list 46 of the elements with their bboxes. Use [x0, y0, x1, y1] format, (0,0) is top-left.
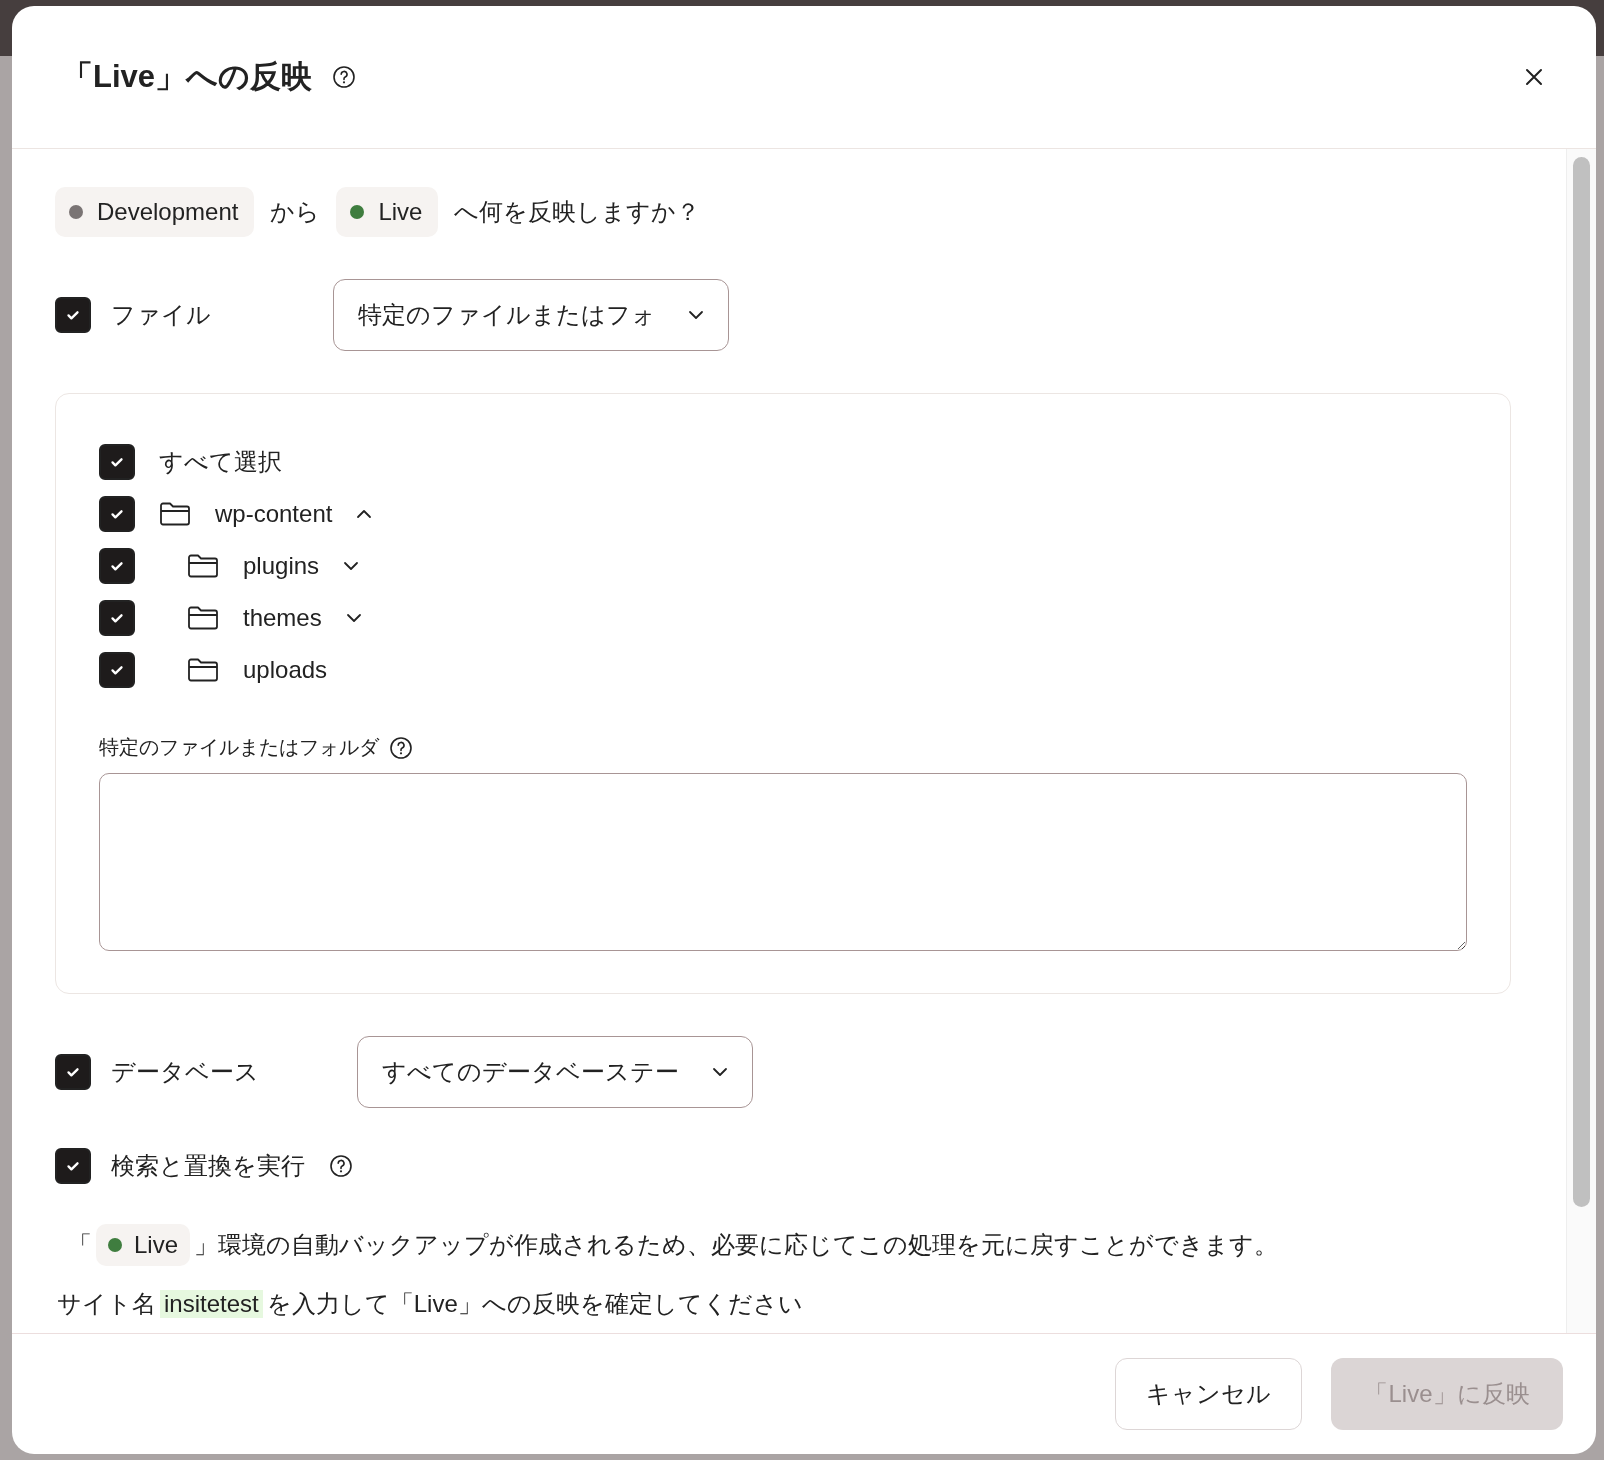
environment-name: Live: [134, 1231, 179, 1259]
folder-icon: [187, 605, 219, 631]
note-text: 「: [68, 1230, 92, 1260]
checkbox[interactable]: [55, 297, 91, 333]
folder-name: uploads: [243, 656, 328, 684]
option-label: ファイル: [111, 300, 212, 330]
help-icon[interactable]: [389, 735, 413, 760]
folder-icon: [187, 553, 219, 579]
checkbox[interactable]: [55, 1054, 91, 1090]
database-scope-dropdown[interactable]: すべてのデータベーステー: [357, 1036, 753, 1108]
instruction-text: を入力して「Live」への反映を確定してください: [266, 1289, 803, 1319]
chevron-down-icon[interactable]: [712, 1067, 728, 1077]
close-icon[interactable]: [1524, 67, 1544, 87]
checkbox[interactable]: [99, 548, 135, 584]
help-icon[interactable]: [332, 65, 357, 89]
help-icon[interactable]: [329, 1154, 353, 1178]
cancel-button[interactable]: キャンセル: [1115, 1358, 1302, 1430]
note-text: 」環境の自動バックアップが作成されるため、必要に応じてこの処理を元に戻すことができます。: [194, 1230, 1279, 1260]
checkbox[interactable]: [99, 600, 135, 636]
site-name-highlight: insitetest: [160, 1290, 263, 1318]
folder-icon: [159, 501, 191, 527]
connector-text: から: [270, 197, 321, 227]
environment-name: Development: [97, 198, 239, 226]
checkbox[interactable]: [99, 444, 135, 480]
folder-name: plugins: [243, 552, 320, 580]
folder-name: themes: [243, 604, 322, 632]
checkbox[interactable]: [55, 1148, 91, 1184]
option-label: 検索と置換を実行: [111, 1151, 305, 1181]
checkbox[interactable]: [99, 652, 135, 688]
environment-name: Live: [378, 198, 423, 226]
dialog-title: 「Live」への反映: [62, 58, 313, 96]
instruction-text: サイト名: [57, 1289, 156, 1319]
file-scope-dropdown[interactable]: 特定のファイルまたはフォ: [333, 279, 729, 351]
scrollbar[interactable]: [1566, 149, 1596, 1333]
chevron-down-icon[interactable]: [343, 561, 360, 571]
checkbox[interactable]: [99, 496, 135, 532]
chevron-up-icon[interactable]: [356, 509, 373, 519]
select-all-label: すべて選択: [159, 447, 282, 477]
chevron-down-icon[interactable]: [688, 310, 704, 320]
option-label: データベース: [111, 1057, 260, 1087]
path-input-field[interactable]: [99, 773, 1467, 951]
folder-name: wp-content: [215, 500, 333, 528]
chevron-down-icon[interactable]: [345, 613, 362, 623]
folder-icon: [187, 657, 219, 683]
field-label: 特定のファイルまたはフォルダ: [99, 735, 379, 760]
question-text: へ何を反映しますか？: [454, 197, 701, 227]
